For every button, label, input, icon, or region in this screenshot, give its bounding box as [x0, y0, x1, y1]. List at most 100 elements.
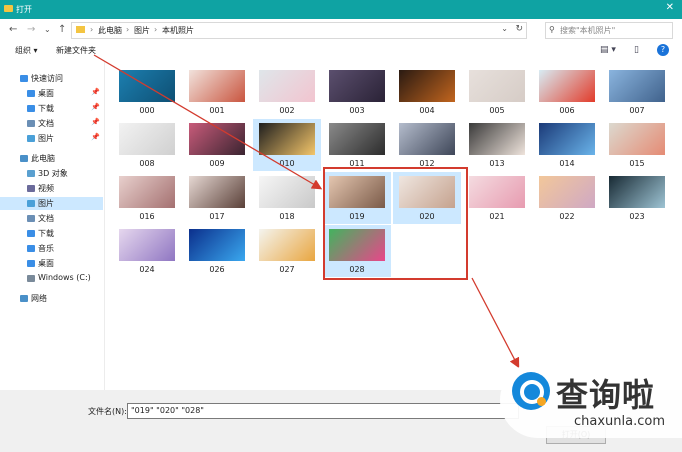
sidebar-item-3d-objects[interactable]: 3D 对象 [0, 167, 103, 180]
back-arrow-icon[interactable]: ← [9, 24, 17, 35]
documents-folder-icon [27, 120, 35, 127]
sidebar-item-desktop[interactable]: 桌面 📌 [0, 87, 103, 100]
download-folder-icon [27, 230, 35, 237]
file-thumbnail[interactable]: 013 [463, 119, 531, 171]
file-thumbnail[interactable]: 012 [393, 119, 461, 171]
sidebar-item-pictures[interactable]: 图片 📌 [0, 132, 103, 145]
thumbnail-image [189, 70, 245, 102]
sidebar-item-label: 3D 对象 [38, 169, 68, 178]
thumbnail-image [469, 70, 525, 102]
sidebar-item-documents-pc[interactable]: 文档 [0, 212, 103, 225]
sidebar-item-label: 桌面 [38, 259, 54, 268]
breadcrumb-local-photos[interactable]: 本机照片 [162, 25, 194, 36]
search-input[interactable]: ⚲ 搜索"本机照片" [545, 22, 673, 39]
file-thumbnail[interactable]: 024 [113, 225, 181, 277]
sidebar-item-label: 文档 [38, 214, 54, 223]
file-thumbnail[interactable]: 014 [533, 119, 601, 171]
file-thumbnail[interactable]: 005 [463, 66, 531, 118]
selection-annotation-box [323, 167, 468, 280]
navigation-bar: ← → ⌄ ↑ › 此电脑 › 图片 › 本机照片 ⌄ ↻ ⚲ 搜索"本机照片" [0, 19, 682, 42]
file-name: 015 [629, 159, 645, 168]
sidebar-item-label: 网络 [31, 294, 47, 303]
file-thumbnail[interactable]: 008 [113, 119, 181, 171]
sidebar-item-network[interactable]: 网络 [0, 292, 103, 305]
thumbnail-image [609, 70, 665, 102]
file-thumbnail[interactable]: 015 [603, 119, 671, 171]
sidebar-item-label: 快速访问 [31, 74, 63, 83]
sidebar-item-quick-access[interactable]: 快速访问 [0, 72, 103, 85]
file-thumbnail[interactable]: 027 [253, 225, 321, 277]
pin-icon: 📌 [91, 103, 100, 111]
file-name: 006 [559, 106, 575, 115]
sidebar-item-downloads-pc[interactable]: 下载 [0, 227, 103, 240]
recent-locations-icon[interactable]: ⌄ [44, 25, 51, 34]
thumbnail-image [189, 229, 245, 261]
sidebar-item-this-pc[interactable]: 此电脑 [0, 152, 103, 165]
file-thumbnail[interactable]: 009 [183, 119, 251, 171]
file-name: 010 [279, 159, 295, 168]
file-thumbnail[interactable]: 006 [533, 66, 601, 118]
file-thumbnail[interactable]: 011 [323, 119, 391, 171]
sidebar-item-pictures-selected[interactable]: 图片 [0, 197, 103, 210]
chevron-down-icon[interactable]: ⌄ [501, 24, 508, 33]
file-thumbnail[interactable]: 000 [113, 66, 181, 118]
pin-icon: 📌 [91, 118, 100, 126]
sidebar-item-windows-c[interactable]: Windows (C:) [0, 272, 103, 285]
file-thumbnail[interactable]: 021 [463, 172, 531, 224]
chaxunla-logo-icon [512, 372, 550, 410]
file-thumbnail[interactable]: 018 [253, 172, 321, 224]
star-icon [20, 75, 28, 82]
desktop-folder-icon [27, 260, 35, 267]
file-thumbnail[interactable]: 026 [183, 225, 251, 277]
file-name: 018 [279, 212, 295, 221]
sidebar-item-label: 图片 [38, 199, 54, 208]
file-name: 026 [209, 265, 225, 274]
preview-pane-icon[interactable]: ▯ [634, 45, 639, 55]
breadcrumb-pictures[interactable]: 图片 [134, 25, 150, 36]
file-thumbnail[interactable]: 017 [183, 172, 251, 224]
thumbnail-image [119, 123, 175, 155]
file-name: 024 [139, 265, 155, 274]
view-options-icon[interactable]: ▤ ▾ [600, 45, 616, 55]
file-thumbnail[interactable]: 002 [253, 66, 321, 118]
file-thumbnail[interactable]: 003 [323, 66, 391, 118]
file-name: 014 [559, 159, 575, 168]
sidebar-item-label: 此电脑 [31, 154, 55, 163]
pin-icon: 📌 [91, 133, 100, 141]
file-thumbnail[interactable]: 010 [253, 119, 321, 171]
file-thumbnail[interactable]: 023 [603, 172, 671, 224]
thumbnail-image [609, 176, 665, 208]
thumbnail-image [609, 123, 665, 155]
sidebar-item-documents[interactable]: 文档 📌 [0, 117, 103, 130]
up-arrow-icon[interactable]: ↑ [58, 24, 66, 35]
sidebar-item-label: 图片 [38, 134, 54, 143]
file-thumbnail[interactable]: 001 [183, 66, 251, 118]
file-name-input[interactable]: "019" "020" "028" [127, 403, 519, 419]
thumbnail-image [119, 229, 175, 261]
sidebar-item-music[interactable]: 音乐 [0, 242, 103, 255]
file-thumbnail[interactable]: 007 [603, 66, 671, 118]
file-name: 008 [139, 159, 155, 168]
file-thumbnail[interactable]: 022 [533, 172, 601, 224]
thumbnail-image [259, 176, 315, 208]
thumbnail-image [539, 70, 595, 102]
thumbnail-image [119, 70, 175, 102]
thumbnail-image [329, 70, 385, 102]
file-thumbnail[interactable]: 004 [393, 66, 461, 118]
file-name: 009 [209, 159, 225, 168]
help-icon[interactable]: ? [657, 44, 669, 56]
sidebar-item-videos[interactable]: 视频 [0, 182, 103, 195]
thumbnail-image [539, 123, 595, 155]
file-name: 005 [489, 106, 505, 115]
refresh-icon[interactable]: ↻ [515, 24, 523, 34]
address-bar[interactable]: › 此电脑 › 图片 › 本机照片 ⌄ ↻ [71, 22, 527, 39]
close-icon[interactable]: ✕ [666, 2, 674, 13]
organize-button[interactable]: 组织 ▾ [15, 45, 38, 56]
file-thumbnail[interactable]: 016 [113, 172, 181, 224]
sidebar-item-desktop-pc[interactable]: 桌面 [0, 257, 103, 270]
breadcrumb-this-pc[interactable]: 此电脑 [98, 25, 122, 36]
file-name: 023 [629, 212, 645, 221]
new-folder-button[interactable]: 新建文件夹 [56, 45, 96, 56]
sidebar-item-downloads[interactable]: 下载 📌 [0, 102, 103, 115]
forward-arrow-icon[interactable]: → [27, 24, 35, 35]
